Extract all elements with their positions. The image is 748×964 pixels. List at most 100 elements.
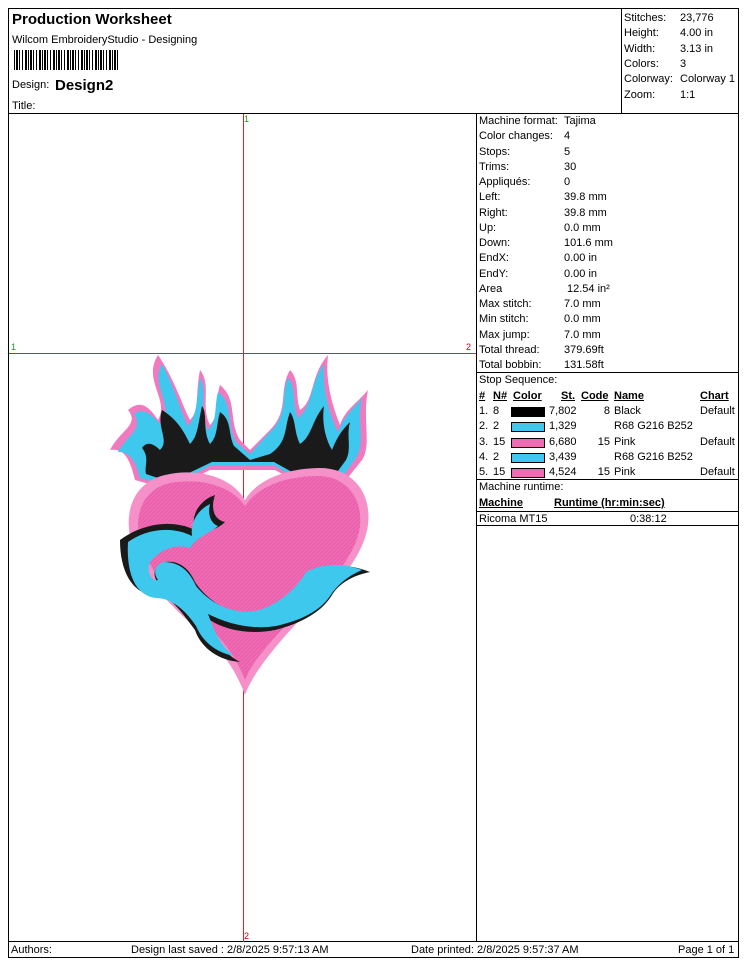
machine-info-label: Min stitch: [479, 313, 529, 325]
machine-info-value: 101.6 mm [564, 237, 613, 249]
machine-info-value: 0.00 in [564, 268, 598, 280]
footer-authors: Authors: [11, 944, 52, 956]
stop-row: 4. 2 3,439 R68 G216 B252 [479, 451, 737, 466]
stop-stitches: 6,680 [549, 435, 577, 448]
summary-label: Colors: [624, 58, 659, 70]
machine-info-label: Right: [479, 207, 508, 219]
summary-label: Height: [624, 27, 659, 39]
machine-info-label: EndY: [479, 268, 509, 280]
summary-value: 3 [680, 58, 687, 70]
machine-info-value: 7.0 mm [564, 329, 601, 341]
stop-code: 8 [603, 405, 610, 417]
stop-chart: Default [700, 405, 735, 417]
stop-color-name: Black [614, 405, 641, 417]
stop-num: 2. [479, 420, 489, 433]
machine-info-value: 30 [564, 161, 577, 173]
summary-value: 1:1 [680, 89, 696, 101]
summary-label: Width: [624, 43, 656, 55]
stop-color-name: Pink [614, 435, 636, 448]
summary-value: Colorway 1 [680, 73, 736, 85]
footer-saved: Design last saved : 2/8/2025 9:57:13 AM [131, 944, 329, 956]
stop-code: 15 [597, 435, 610, 448]
machine-info-value: 0.00 in [564, 252, 598, 264]
color-swatch [511, 407, 545, 417]
machine-info-label: Stops: [479, 146, 511, 158]
machine-info-label: Max jump: [479, 329, 530, 341]
stop-num: 4. [479, 450, 489, 463]
col-n: N# [493, 390, 508, 402]
stop-row: 5. 15 4,524 15 Pink Default [479, 466, 737, 481]
stop-row: 1. 8 7,802 8 Black Default [479, 405, 737, 420]
design-name: Design2 [55, 77, 114, 94]
machine-info-label: Trims: [479, 161, 510, 173]
summary-label: Colorway: [624, 73, 673, 85]
color-swatch [511, 437, 545, 448]
machine-info-value: 0.0 mm [564, 313, 601, 325]
footer-divider [8, 941, 739, 942]
col-color: Color [513, 390, 542, 402]
stop-stitches: 4,524 [549, 466, 577, 479]
machine-info-label: Up: [479, 222, 497, 234]
stop-needle: 15 [493, 466, 506, 479]
embroidery-design [110, 355, 370, 695]
color-swatch [511, 452, 545, 463]
machine-info-value: 0.0 mm [564, 222, 601, 234]
machine-info-label: Max stitch: [479, 298, 532, 310]
panel-divider [476, 113, 477, 942]
stop-needle: 8 [493, 405, 500, 417]
machine-info-label: Total thread: [479, 344, 540, 356]
stop-num: 3. [479, 435, 489, 448]
machine-info-label: Left: [479, 191, 501, 203]
machine-info-label: Total bobbin: [479, 359, 542, 371]
stop-num: 1. [479, 405, 489, 417]
title-label: Title: [12, 100, 36, 112]
runtime-time: 0:38:12 [630, 513, 667, 525]
footer-printed: Date printed: 2/8/2025 9:57:37 AM [411, 944, 579, 956]
col-code: Code [581, 390, 609, 402]
runtime-machine: Ricoma MT15 [479, 513, 548, 525]
stop-stitches: 1,329 [549, 420, 577, 433]
machine-info-value: 379.69ft [564, 344, 604, 356]
stop-divider [476, 372, 739, 373]
machine-info-value: 4 [564, 130, 571, 142]
machine-info-label: Area [479, 283, 503, 295]
stop-code: 15 [597, 466, 610, 479]
software-name: Wilcom EmbroideryStudio - Designing [12, 34, 198, 46]
runtime-title: Machine runtime: [479, 481, 564, 493]
machine-info-label: Appliqués: [479, 176, 531, 188]
stop-color-name: R68 G216 B252 [614, 450, 693, 463]
stop-num: 5. [479, 466, 489, 479]
machine-info-label: Color changes: [479, 130, 553, 142]
summary-value: 4.00 in [680, 27, 714, 39]
runtime-row-line [477, 511, 739, 512]
col-st: St. [561, 390, 576, 402]
barcode [14, 50, 120, 70]
summary-label: Zoom: [624, 89, 656, 101]
footer-page: Page 1 of 1 [678, 944, 735, 956]
machine-info-value: 39.8 mm [564, 207, 607, 219]
col-name: Name [614, 390, 644, 402]
right-marker: 2 [466, 342, 472, 352]
stop-sequence-title: Stop Sequence: [479, 374, 558, 386]
stop-needle: 15 [493, 435, 506, 448]
machine-info-value: 12.54 in² [567, 283, 610, 295]
stop-stitches: 3,439 [549, 450, 577, 463]
stop-row: 2. 2 1,329 R68 G216 B252 [479, 420, 737, 435]
color-swatch [511, 468, 545, 479]
stop-row: 3. 15 6,680 15 Pink Default [479, 436, 737, 451]
col-num: # [479, 390, 486, 402]
stop-needle: 2 [493, 420, 500, 433]
stop-chart: Default [700, 435, 735, 448]
machine-info-value: 5 [564, 146, 571, 158]
machine-info-value: 7.0 mm [564, 298, 601, 310]
header-divider [8, 113, 739, 114]
machine-info-value: 131.58ft [564, 359, 604, 371]
worksheet-title: Production Worksheet [12, 11, 172, 28]
design-label: Design: [12, 79, 50, 91]
runtime-col-time: Runtime (hr:min:sec) [554, 497, 665, 509]
stop-stitches: 7,802 [549, 405, 577, 417]
summary-value: 23,776 [680, 12, 714, 24]
runtime-end [476, 525, 739, 526]
col-chart: Chart [700, 390, 729, 402]
stop-color-name: Pink [614, 466, 636, 479]
